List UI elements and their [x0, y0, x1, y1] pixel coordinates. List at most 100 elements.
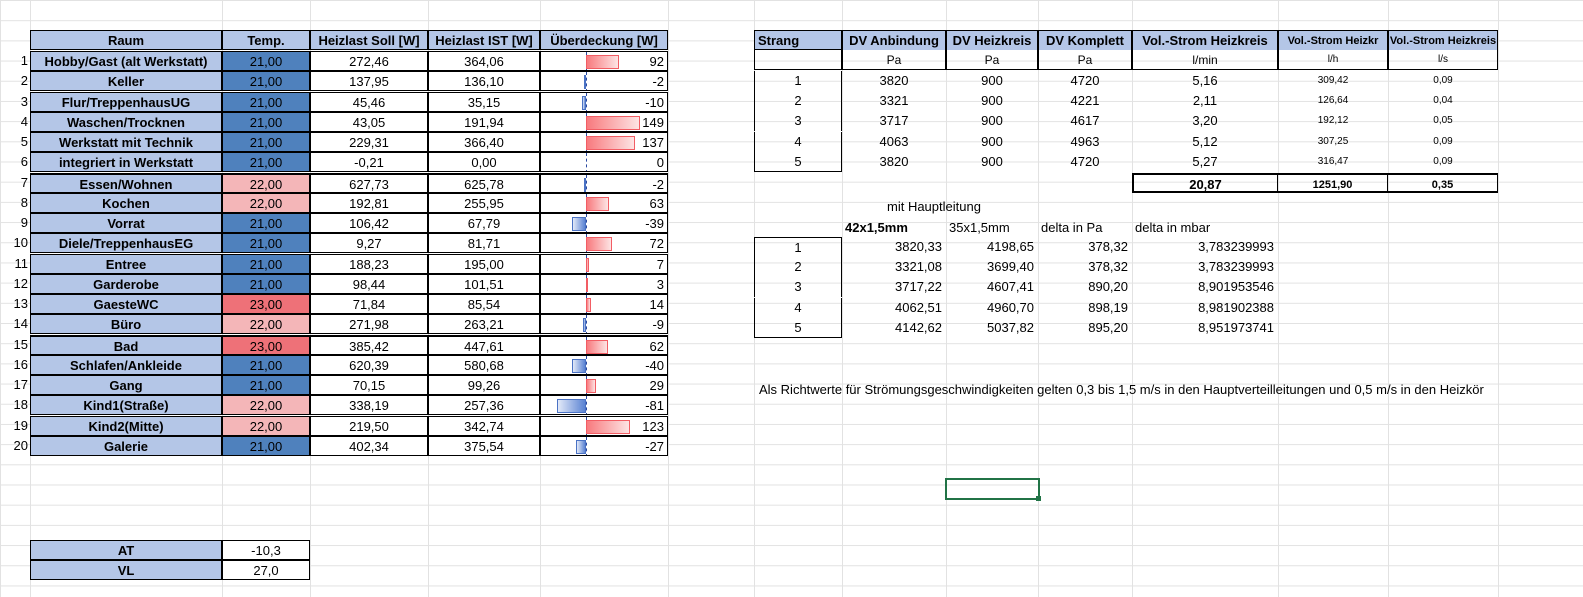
strang-cell[interactable]: 2,11 [1132, 91, 1278, 111]
hauptleitung-cell[interactable]: 3820,33 [842, 237, 946, 257]
strang-cell[interactable]: 126,64 [1278, 91, 1388, 111]
strang-header[interactable]: Vol.-Strom Heizkreis [1132, 30, 1278, 50]
heizlast-ist-cell[interactable]: 342,74 [428, 415, 540, 436]
strang-unit[interactable]: l/s [1388, 50, 1498, 70]
heizlast-ist-cell[interactable]: 447,61 [428, 334, 540, 355]
hauptleitung-cell[interactable]: 8,901953546 [1132, 277, 1278, 297]
heizlast-ist-cell[interactable]: 366,40 [428, 132, 540, 152]
ueberdeckung-cell[interactable]: 149 [540, 111, 668, 132]
ueberdeckung-cell[interactable]: -39 [540, 213, 668, 233]
heizlast-soll-cell[interactable]: 627,73 [310, 172, 428, 193]
temp-cell[interactable]: 21,00 [222, 152, 310, 173]
room-name[interactable]: Bad [30, 334, 222, 355]
hauptleitung-header[interactable]: 35x1,5mm [946, 218, 1038, 238]
room-name[interactable]: Flur/TreppenhausUG [30, 91, 222, 112]
room-name[interactable]: Kind2(Mitte) [30, 415, 222, 436]
ueberdeckung-cell[interactable]: 0 [540, 152, 668, 173]
strang-cell[interactable]: 4720 [1038, 152, 1132, 172]
temp-cell[interactable]: 21,00 [222, 213, 310, 233]
temp-cell[interactable]: 21,00 [222, 253, 310, 274]
strang-cell[interactable]: 0,09 [1388, 71, 1498, 91]
strang-cell[interactable]: 3,20 [1132, 111, 1278, 131]
strang-cell[interactable]: 316,47 [1278, 152, 1388, 172]
temp-cell[interactable]: 22,00 [222, 314, 310, 335]
strang-cell[interactable]: 900 [946, 111, 1038, 131]
room-name[interactable]: Büro [30, 314, 222, 335]
strang-cell[interactable]: 5 [754, 151, 842, 172]
hauptleitung-cell[interactable]: 8,981902388 [1132, 298, 1278, 318]
heizlast-soll-cell[interactable]: 229,31 [310, 132, 428, 152]
hauptleitung-cell[interactable]: 5037,82 [946, 318, 1038, 338]
ueberdeckung-cell[interactable]: 29 [540, 375, 668, 395]
hauptleitung-cell[interactable]: 890,20 [1038, 277, 1132, 297]
room-name[interactable]: Garderobe [30, 273, 222, 294]
hauptleitung-cell[interactable]: 8,951973741 [1132, 318, 1278, 338]
at-vl-value[interactable]: -10,3 [222, 540, 310, 560]
strang-header[interactable]: DV Heizkreis [946, 30, 1038, 50]
strang-cell[interactable]: 3820 [842, 71, 946, 91]
hauptleitung-strang[interactable]: 1 [754, 237, 842, 257]
room-name[interactable]: Schlafen/Ankleide [30, 354, 222, 375]
strang-cell[interactable]: 4963 [1038, 132, 1132, 152]
strang-cell[interactable]: 5,12 [1132, 132, 1278, 152]
selected-cell[interactable] [945, 478, 1040, 500]
strang-cell[interactable]: 192,12 [1278, 111, 1388, 131]
room-name[interactable]: Essen/Wohnen [30, 172, 222, 193]
room-name[interactable]: Vorrat [30, 213, 222, 233]
temp-cell[interactable]: 21,00 [222, 132, 310, 152]
header-heizlast-ist[interactable]: Heizlast IST [W] [428, 30, 540, 50]
hauptleitung-cell[interactable]: 3717,22 [842, 277, 946, 297]
heizlast-ist-cell[interactable]: 35,15 [428, 91, 540, 112]
ueberdeckung-cell[interactable]: -81 [540, 395, 668, 416]
strang-cell[interactable]: 4 [754, 131, 842, 152]
ueberdeckung-cell[interactable]: 123 [540, 415, 668, 436]
strang-total[interactable]: 20,87 [1132, 173, 1278, 193]
hauptleitung-cell[interactable]: 3,783239993 [1132, 237, 1278, 257]
heizlast-soll-cell[interactable]: 9,27 [310, 233, 428, 254]
heizlast-soll-cell[interactable]: 98,44 [310, 273, 428, 294]
heizlast-soll-cell[interactable]: 271,98 [310, 314, 428, 335]
heizlast-soll-cell[interactable]: 137,95 [310, 71, 428, 92]
strang-cell[interactable]: 3 [754, 111, 842, 132]
strang-cell[interactable]: 309,42 [1278, 71, 1388, 91]
strang-unit[interactable]: Pa [1038, 50, 1132, 70]
heizlast-soll-cell[interactable]: 70,15 [310, 375, 428, 395]
heizlast-ist-cell[interactable]: 580,68 [428, 354, 540, 375]
ueberdeckung-cell[interactable]: -2 [540, 172, 668, 193]
room-name[interactable]: Entree [30, 253, 222, 274]
strang-cell[interactable]: 4720 [1038, 71, 1132, 91]
hauptleitung-cell[interactable]: 4607,41 [946, 277, 1038, 297]
ueberdeckung-cell[interactable]: 3 [540, 273, 668, 294]
temp-cell[interactable]: 21,00 [222, 354, 310, 375]
room-name[interactable]: Werkstatt mit Technik [30, 132, 222, 152]
heizlast-ist-cell[interactable]: 625,78 [428, 172, 540, 193]
room-name[interactable]: Waschen/Trocknen [30, 111, 222, 132]
ueberdeckung-cell[interactable]: -40 [540, 354, 668, 375]
hauptleitung-cell[interactable]: 4062,51 [842, 298, 946, 318]
strang-cell[interactable]: 4221 [1038, 91, 1132, 111]
strang-cell[interactable]: 4617 [1038, 111, 1132, 131]
strang-unit[interactable]: Pa [842, 50, 946, 70]
ueberdeckung-cell[interactable]: 62 [540, 334, 668, 355]
heizlast-ist-cell[interactable]: 375,54 [428, 435, 540, 456]
heizlast-ist-cell[interactable]: 0,00 [428, 152, 540, 173]
hauptleitung-cell[interactable]: 895,20 [1038, 318, 1132, 338]
temp-cell[interactable]: 21,00 [222, 111, 310, 132]
heizlast-ist-cell[interactable]: 255,95 [428, 192, 540, 213]
heizlast-soll-cell[interactable]: -0,21 [310, 152, 428, 173]
ueberdeckung-cell[interactable]: -10 [540, 91, 668, 112]
heizlast-ist-cell[interactable]: 81,71 [428, 233, 540, 254]
strang-cell[interactable]: 900 [946, 91, 1038, 111]
strang-cell[interactable]: 900 [946, 152, 1038, 172]
strang-cell[interactable]: 0,04 [1388, 91, 1498, 111]
strang-cell[interactable]: 5,16 [1132, 71, 1278, 91]
strang-unit[interactable] [754, 50, 842, 70]
room-name[interactable]: Kochen [30, 192, 222, 213]
temp-cell[interactable]: 21,00 [222, 273, 310, 294]
hauptleitung-cell[interactable]: 4142,62 [842, 318, 946, 338]
heizlast-soll-cell[interactable]: 188,23 [310, 253, 428, 274]
strang-cell[interactable]: 3820 [842, 152, 946, 172]
heizlast-soll-cell[interactable]: 272,46 [310, 51, 428, 71]
ueberdeckung-cell[interactable]: 92 [540, 51, 668, 71]
hauptleitung-header[interactable]: delta in Pa [1038, 218, 1132, 238]
